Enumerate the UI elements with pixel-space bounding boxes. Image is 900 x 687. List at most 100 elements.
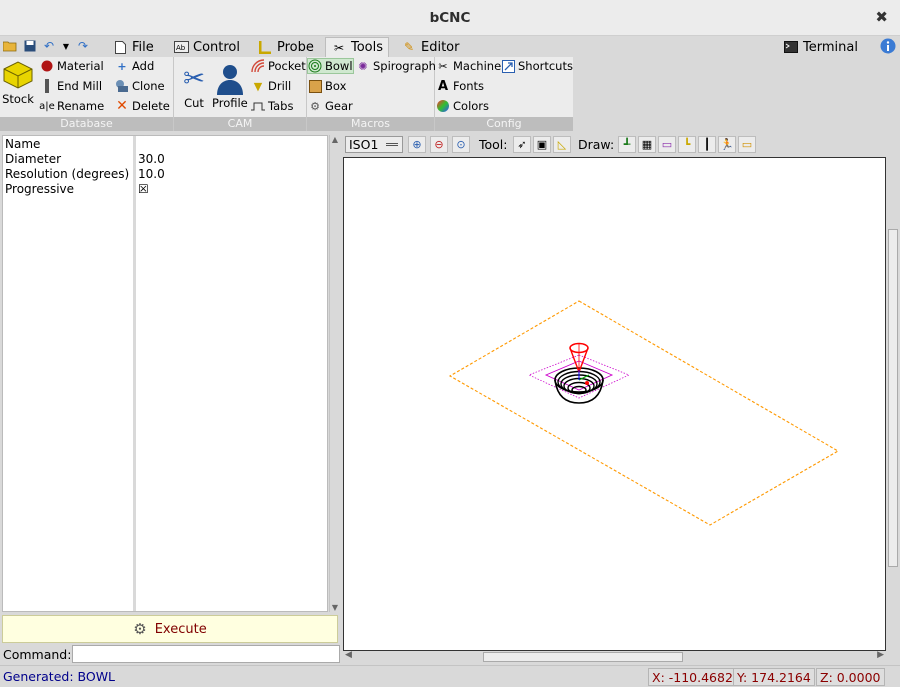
canvas-horizontal-scrollbar[interactable]: ◀ ▶ <box>343 650 886 663</box>
scroll-thumb[interactable] <box>888 229 898 567</box>
zoom-in-button[interactable]: ⊕ <box>408 136 426 153</box>
spirograph-button[interactable]: ✺ Spirograph <box>356 59 436 73</box>
draw-probe-toggle[interactable]: ┗ <box>678 136 696 153</box>
rename-button[interactable]: a|e Rename <box>39 99 104 113</box>
tab-file[interactable]: File <box>107 37 159 57</box>
undo-list-chevron-icon[interactable]: ▼ <box>59 39 73 53</box>
gear-button[interactable]: ⚙ Gear <box>308 99 353 113</box>
group-config: ✂ Machine Shortcuts A Fonts Colors Confi… <box>435 57 573 131</box>
title-bar: bCNC ✖ <box>0 0 900 36</box>
canvas-drawing <box>448 300 840 526</box>
view-select[interactable]: ISO1 <box>345 136 403 153</box>
machine-button[interactable]: ✂ Machine <box>436 59 501 73</box>
group-label-config: Config <box>435 117 573 131</box>
property-row-diameter[interactable]: Diameter 30.0 <box>3 152 329 167</box>
material-button[interactable]: Material <box>40 59 104 73</box>
tabs-button[interactable]: Tabs <box>251 99 293 113</box>
bowl-button[interactable]: Bowl <box>307 58 354 74</box>
draw-grid-toggle[interactable]: ▦ <box>638 136 656 153</box>
info-icon[interactable] <box>880 38 896 54</box>
execute-button[interactable]: ⚙ Execute <box>2 615 338 643</box>
end-mill-icon <box>40 79 54 93</box>
property-row-resolution[interactable]: Resolution (degrees) 10.0 <box>3 167 329 182</box>
progressive-checkbox[interactable]: ☒ <box>138 182 149 196</box>
gear-icon: ⚙ <box>310 99 320 113</box>
draw-rapid-toggle[interactable]: 🏃 <box>718 136 736 153</box>
tab-probe[interactable]: Probe <box>252 37 319 57</box>
file-icon <box>112 40 128 54</box>
window-title: bCNC <box>429 10 471 26</box>
colors-icon <box>436 99 450 113</box>
save-icon[interactable] <box>23 39 37 53</box>
stock-button[interactable]: Stock <box>2 59 34 106</box>
zoom-in-icon: ⊕ <box>412 138 422 151</box>
canvas-vertical-scrollbar[interactable] <box>886 157 900 651</box>
close-icon[interactable]: ✖ <box>875 8 888 26</box>
select-tool-button[interactable]: ➶ <box>513 136 531 153</box>
bowl-icon <box>308 59 322 73</box>
delete-icon: ✕ <box>116 98 128 114</box>
draw-axes-toggle[interactable]: ┹ <box>618 136 636 153</box>
margins-icon: ▭ <box>661 138 673 151</box>
add-icon: + <box>117 59 127 73</box>
box-button[interactable]: Box <box>308 79 346 93</box>
drill-button[interactable]: ▼ Drill <box>251 79 291 93</box>
properties-scrollbar[interactable]: ▲ ▼ <box>329 135 339 612</box>
ruler-icon: ◺ <box>557 138 567 151</box>
tab-terminal[interactable]: Terminal <box>778 37 863 57</box>
cnc-canvas[interactable] <box>343 157 886 651</box>
shortcuts-icon <box>501 59 515 73</box>
shortcuts-button[interactable]: Shortcuts <box>501 59 573 73</box>
grid-icon: ▦ <box>641 138 653 151</box>
draw-margins-toggle[interactable]: ▭ <box>658 136 676 153</box>
running-man-icon: 🏃 <box>720 138 734 151</box>
scroll-up-arrow-icon[interactable]: ▲ <box>330 135 340 144</box>
colors-button[interactable]: Colors <box>436 99 489 113</box>
machine-icon: ✂ <box>438 59 448 73</box>
ruler-tool-button[interactable]: ◺ <box>553 136 571 153</box>
zoom-fit-button[interactable]: ⊙ <box>452 136 470 153</box>
scroll-left-arrow-icon[interactable]: ◀ <box>345 650 352 660</box>
group-macros: Bowl ✺ Spirograph Box ⚙ Gear Macros <box>307 57 436 131</box>
delete-button[interactable]: ✕ Delete <box>115 98 170 114</box>
svg-text:Ab: Ab <box>176 44 186 52</box>
coordinate-z: Z: 0.0000 <box>816 668 885 686</box>
profile-button[interactable]: Profile <box>212 63 248 110</box>
tab-editor[interactable]: ✎ Editor <box>396 37 464 57</box>
cut-button[interactable]: ✂ Cut <box>178 63 210 110</box>
pan-tool-button[interactable]: ▣ <box>533 136 551 153</box>
clone-icon <box>115 79 129 93</box>
probe-icon <box>257 40 273 54</box>
redo-icon[interactable]: ↷ <box>76 39 90 53</box>
zoom-out-button[interactable]: ⊖ <box>430 136 448 153</box>
tools-icon: ✂ <box>333 40 345 55</box>
tab-control[interactable]: Ab Control <box>168 37 245 57</box>
open-folder-icon[interactable] <box>3 39 17 53</box>
work-area-outline <box>448 300 840 526</box>
draw-workarea-toggle[interactable]: ▭ <box>738 136 756 153</box>
ribbon: Stock Material End Mill a|e Rename + Add… <box>0 57 573 131</box>
tab-label: Terminal <box>803 39 858 55</box>
column-separator[interactable] <box>133 136 136 611</box>
tab-label: Probe <box>277 39 314 55</box>
scissors-icon: ✂ <box>183 64 205 94</box>
group-label-macros: Macros <box>307 117 434 131</box>
property-row-name[interactable]: Name <box>3 137 329 152</box>
pointer-icon: ➶ <box>517 138 527 151</box>
clone-button[interactable]: Clone <box>115 79 165 93</box>
add-button[interactable]: + Add <box>115 59 154 73</box>
end-mill-button[interactable]: End Mill <box>40 79 102 93</box>
scroll-right-arrow-icon[interactable]: ▶ <box>877 650 884 660</box>
tab-tools[interactable]: ✂ Tools <box>325 37 390 57</box>
scroll-down-arrow-icon[interactable]: ▼ <box>330 603 340 612</box>
draw-paths-toggle[interactable]: ┃ <box>698 136 716 153</box>
undo-icon[interactable]: ↶ <box>42 39 56 53</box>
dropdown-indicator-icon <box>386 143 398 146</box>
paths-icon: ┃ <box>703 138 711 151</box>
axes-icon: ┹ <box>623 138 631 151</box>
fonts-button[interactable]: A Fonts <box>436 79 484 94</box>
command-input[interactable] <box>72 645 340 663</box>
scroll-thumb[interactable] <box>483 652 683 662</box>
pocket-button[interactable]: Pocket <box>251 59 306 73</box>
property-row-progressive[interactable]: Progressive ☒ <box>3 182 329 197</box>
